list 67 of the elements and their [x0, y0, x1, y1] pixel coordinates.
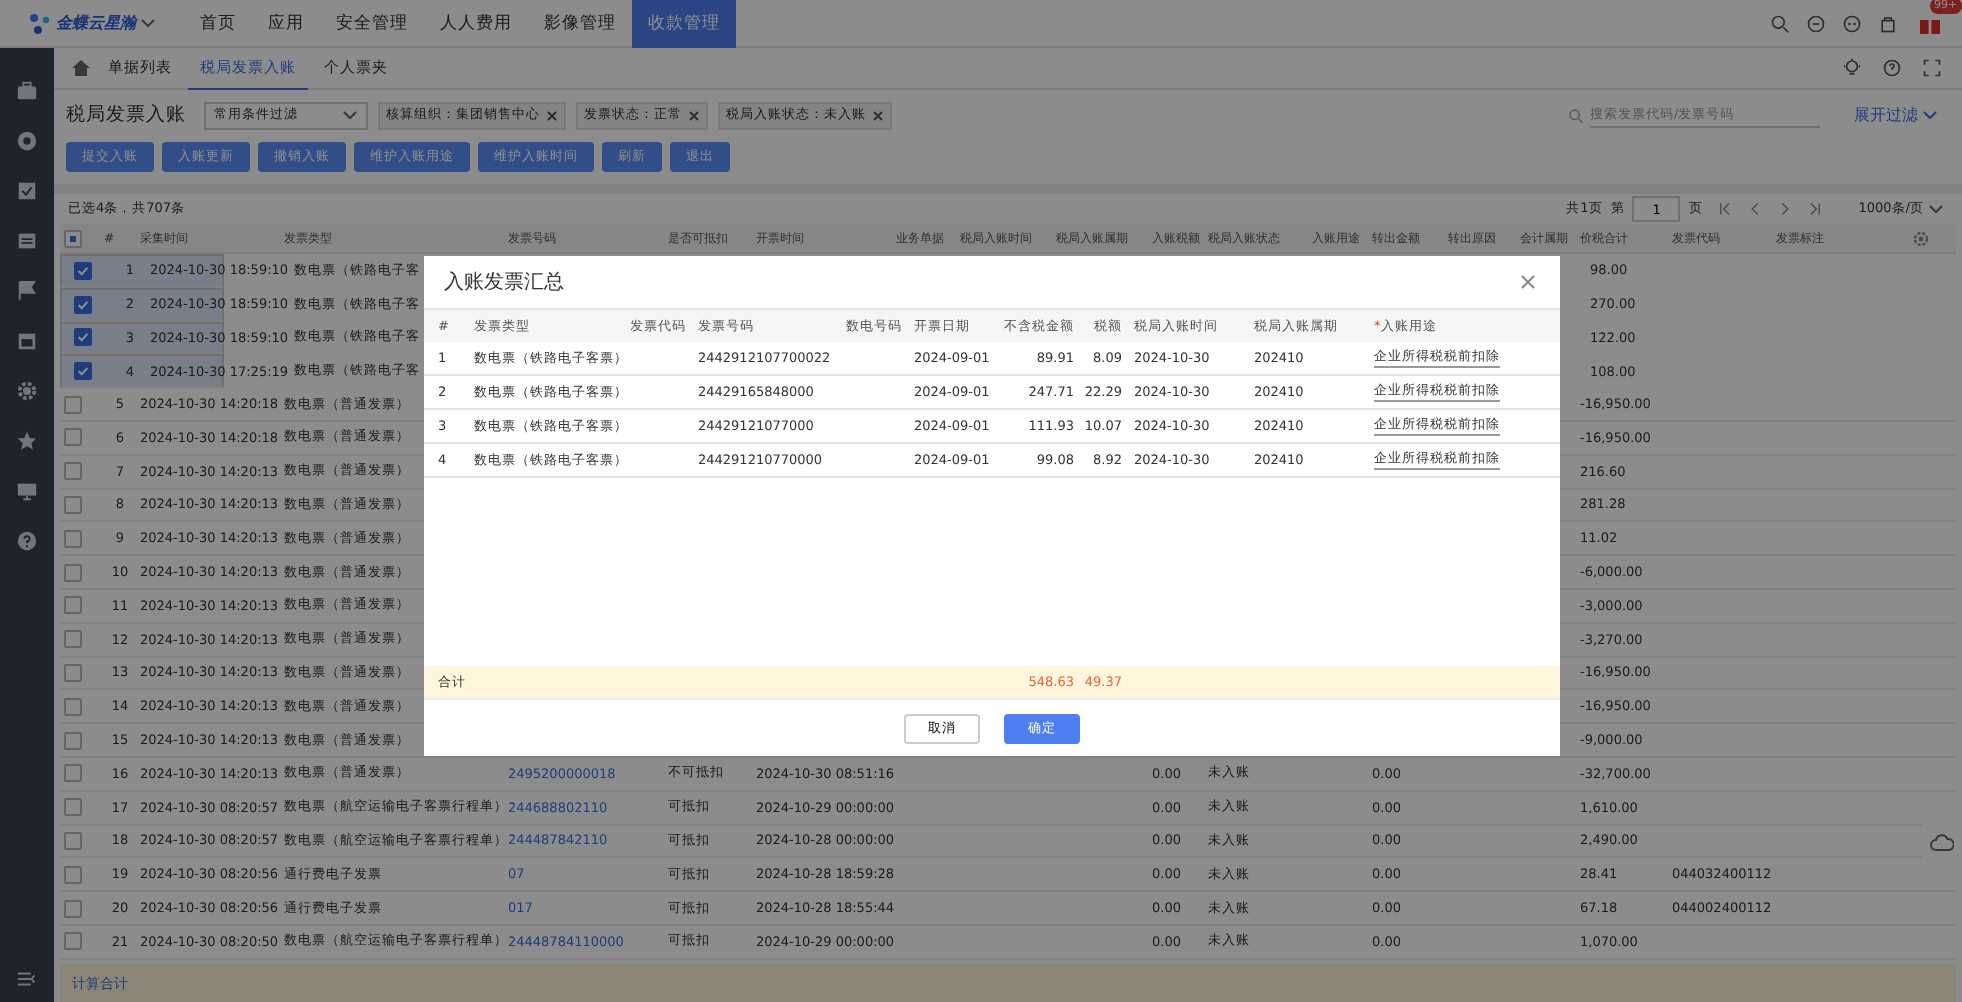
row-checkbox[interactable]: [64, 865, 82, 884]
row-checkbox[interactable]: [64, 462, 82, 481]
nav-tab[interactable]: 收款管理: [632, 0, 736, 47]
next-page-icon[interactable]: [1778, 202, 1793, 216]
row-checkbox[interactable]: [74, 295, 92, 314]
search-icon[interactable]: [1770, 13, 1790, 33]
previous-page-icon[interactable]: [1748, 202, 1763, 216]
close-icon[interactable]: [546, 109, 558, 121]
row-checkbox[interactable]: [64, 899, 82, 918]
caret-icon[interactable]: [1922, 109, 1938, 121]
disc-icon[interactable]: [16, 130, 38, 152]
calendar-icon[interactable]: [16, 330, 38, 352]
flag-icon[interactable]: [16, 280, 38, 302]
row-checkbox[interactable]: [64, 395, 82, 414]
row-checkbox[interactable]: [74, 328, 92, 347]
nav-tab[interactable]: 影像管理: [528, 0, 632, 47]
logo-dots-icon: [28, 11, 52, 35]
select-all-checkbox[interactable]: [64, 229, 82, 247]
nav-tab[interactable]: 安全管理: [320, 0, 424, 47]
monitor-icon[interactable]: [16, 480, 38, 502]
chat-icon[interactable]: [1806, 13, 1826, 33]
bag-icon[interactable]: [1878, 13, 1898, 33]
close-icon[interactable]: [872, 109, 884, 121]
page-title: 税局发票入账: [66, 102, 186, 128]
row-checkbox[interactable]: [64, 663, 82, 682]
row-checkbox[interactable]: [64, 932, 82, 951]
close-icon[interactable]: [1520, 274, 1536, 290]
briefcase-icon[interactable]: [16, 80, 38, 102]
search-icon[interactable]: [1568, 107, 1584, 123]
row-checkbox[interactable]: [64, 630, 82, 649]
fullscreen-icon[interactable]: [1922, 58, 1942, 78]
caret-icon[interactable]: [140, 17, 156, 29]
row-checkbox[interactable]: [64, 495, 82, 514]
home-icon[interactable]: [70, 58, 92, 78]
row-checkbox[interactable]: [64, 798, 82, 817]
checklist-icon[interactable]: [16, 180, 38, 202]
app-logo-text[interactable]: 金蝶云星瀚: [56, 12, 136, 34]
nav-tab[interactable]: 首页: [184, 0, 252, 47]
menu-icon[interactable]: [16, 968, 38, 990]
nav-tab[interactable]: 应用: [252, 0, 320, 47]
settings-icon[interactable]: [1912, 229, 1930, 247]
first-page-icon[interactable]: [1718, 202, 1733, 216]
caret-icon[interactable]: [1928, 203, 1944, 215]
help-icon[interactable]: [1882, 58, 1902, 78]
dialog-title: 入账发票汇总: [444, 269, 564, 296]
row-checkbox[interactable]: [64, 831, 82, 850]
row-checkbox[interactable]: [64, 529, 82, 548]
robot-icon[interactable]: [1842, 13, 1862, 33]
expand-filter-link[interactable]: 展开过滤: [1854, 104, 1938, 126]
row-checkbox[interactable]: [74, 362, 92, 381]
row-checkbox[interactable]: [64, 428, 82, 447]
row-checkbox[interactable]: [64, 731, 82, 750]
row-checkbox[interactable]: [74, 261, 92, 280]
help-icon[interactable]: [16, 530, 38, 552]
gear-icon[interactable]: [16, 380, 38, 402]
row-checkbox[interactable]: [64, 563, 82, 582]
caret-icon[interactable]: [342, 109, 358, 121]
star-icon[interactable]: [16, 430, 38, 452]
last-page-icon[interactable]: [1808, 202, 1823, 216]
row-checkbox[interactable]: [64, 697, 82, 716]
lightbulb-icon[interactable]: [1842, 58, 1862, 78]
nav-tab[interactable]: 人人费用: [424, 0, 528, 47]
row-checkbox[interactable]: [64, 764, 82, 783]
close-icon[interactable]: [688, 109, 700, 121]
row-checkbox[interactable]: [64, 596, 82, 615]
card-icon[interactable]: [16, 230, 38, 252]
cloud-icon[interactable]: [1930, 833, 1954, 851]
